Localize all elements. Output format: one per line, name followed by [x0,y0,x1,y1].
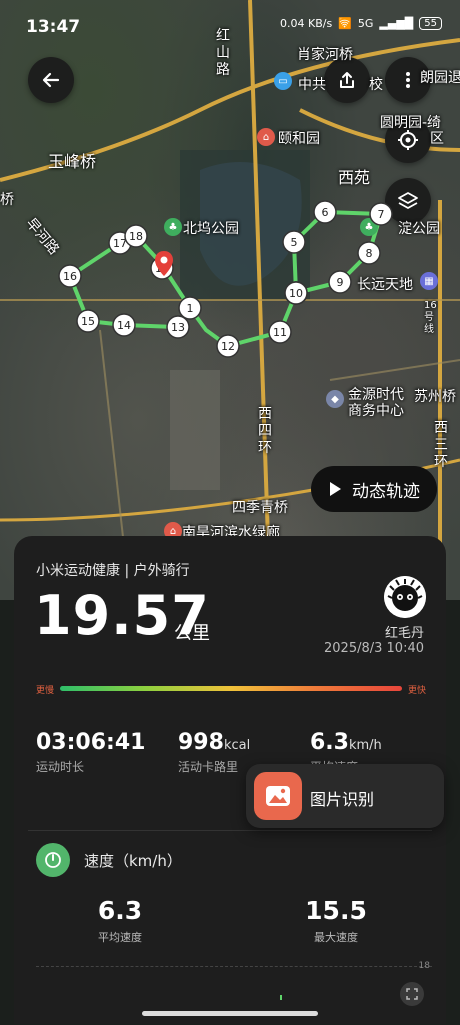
route-waypoint-label: 1 [187,302,194,315]
divider [28,830,432,831]
dynamic-track-button[interactable]: 动态轨迹 [311,466,437,512]
speed-section-title: 速度（km/h） [84,851,182,870]
route-waypoint-label: 5 [291,236,298,249]
stat-value: 6.3 [310,730,349,755]
chart-marker [280,995,282,1000]
max-speed-label: 最大速度 [314,931,358,944]
route-map[interactable]: 13:47 0.04 KB/s 🛜 5G ▂▄▆█ 55 肖家河桥 朗园退 中共… [0,0,460,600]
distance-unit: 公里 [174,623,210,644]
route-waypoint: 9 [328,270,352,294]
location-pin-icon [155,251,173,276]
user-name: 红毛丹 [384,626,424,641]
route-waypoint-label: 12 [221,340,235,353]
speed-chart[interactable]: 18 [36,961,432,1025]
gradient-slow-label: 更慢 [36,686,55,696]
home-indicator[interactable] [142,1011,318,1016]
gradient-bar [60,686,402,691]
route-waypoint-label: 9 [337,276,344,289]
route-waypoint-label: 16 [63,270,77,283]
workout-date: 2025/8/3 10:40 [324,641,424,656]
chart-tick-label: 18 [418,961,430,971]
route-waypoint-label: 8 [366,247,373,260]
gradient-fast-label: 更快 [407,686,426,696]
speedometer-icon [36,843,70,877]
expand-icon [406,988,418,1000]
stat-label: 活动卡路里 [178,760,239,774]
stat-duration: 03:06:41 运动时长 [36,730,145,775]
image-recognition-popup[interactable]: 图片识别 [246,764,444,828]
route-waypoint: 11 [268,320,292,344]
route-waypoint: 13 [166,315,190,339]
route-waypoint: 7 [369,202,393,226]
route-waypoint-label: 10 [289,287,303,300]
stat-unit: kcal [223,738,251,753]
max-speed-value: 15.5 [305,896,367,925]
avg-speed-label: 平均速度 [98,931,142,944]
route-waypoint-label: 13 [171,321,185,334]
speed-gradient-legend: 更慢 更快 [36,682,426,696]
route-waypoint: 16 [58,264,82,288]
route-waypoint-label: 15 [81,315,95,328]
route-waypoint: 1 [178,296,202,320]
stat-label: 运动时长 [36,760,85,774]
dynamic-track-label: 动态轨迹 [352,481,420,502]
route-waypoint: 15 [76,309,100,333]
avg-speed-value: 6.3 [97,896,143,925]
route-waypoint: 12 [216,334,240,358]
route-waypoint: 10 [284,281,308,305]
route-waypoint-label: 6 [322,206,329,219]
route-waypoint: 8 [357,241,381,265]
route-waypoint: 14 [112,313,136,337]
speed-section-header: 速度（km/h） [36,842,182,878]
avatar-image [384,576,426,618]
expand-chart-button[interactable] [400,982,424,1006]
route-waypoint: 6 [313,200,337,224]
route-waypoint-label: 14 [117,319,131,332]
stat-calories: 998kcal 活动卡路里 [178,730,250,775]
route-waypoint: 5 [282,230,306,254]
image-icon [254,772,302,820]
play-icon [330,482,341,496]
route-waypoint-label: 7 [378,208,385,221]
image-recognition-label: 图片识别 [310,790,375,809]
max-speed-stat: 15.5 最大速度 [276,896,396,945]
avatar[interactable] [384,576,426,618]
stat-unit: km/h [348,738,382,753]
avg-speed-stat: 6.3 平均速度 [60,896,180,945]
route-waypoint-label: 18 [129,230,143,243]
card-title: 小米运动健康 | 户外骑行 [36,563,190,579]
route-waypoint-label: 11 [273,326,287,339]
stat-value: 03:06:41 [36,730,146,755]
stat-value: 998 [178,730,224,755]
route-waypoint: 18 [124,224,148,248]
